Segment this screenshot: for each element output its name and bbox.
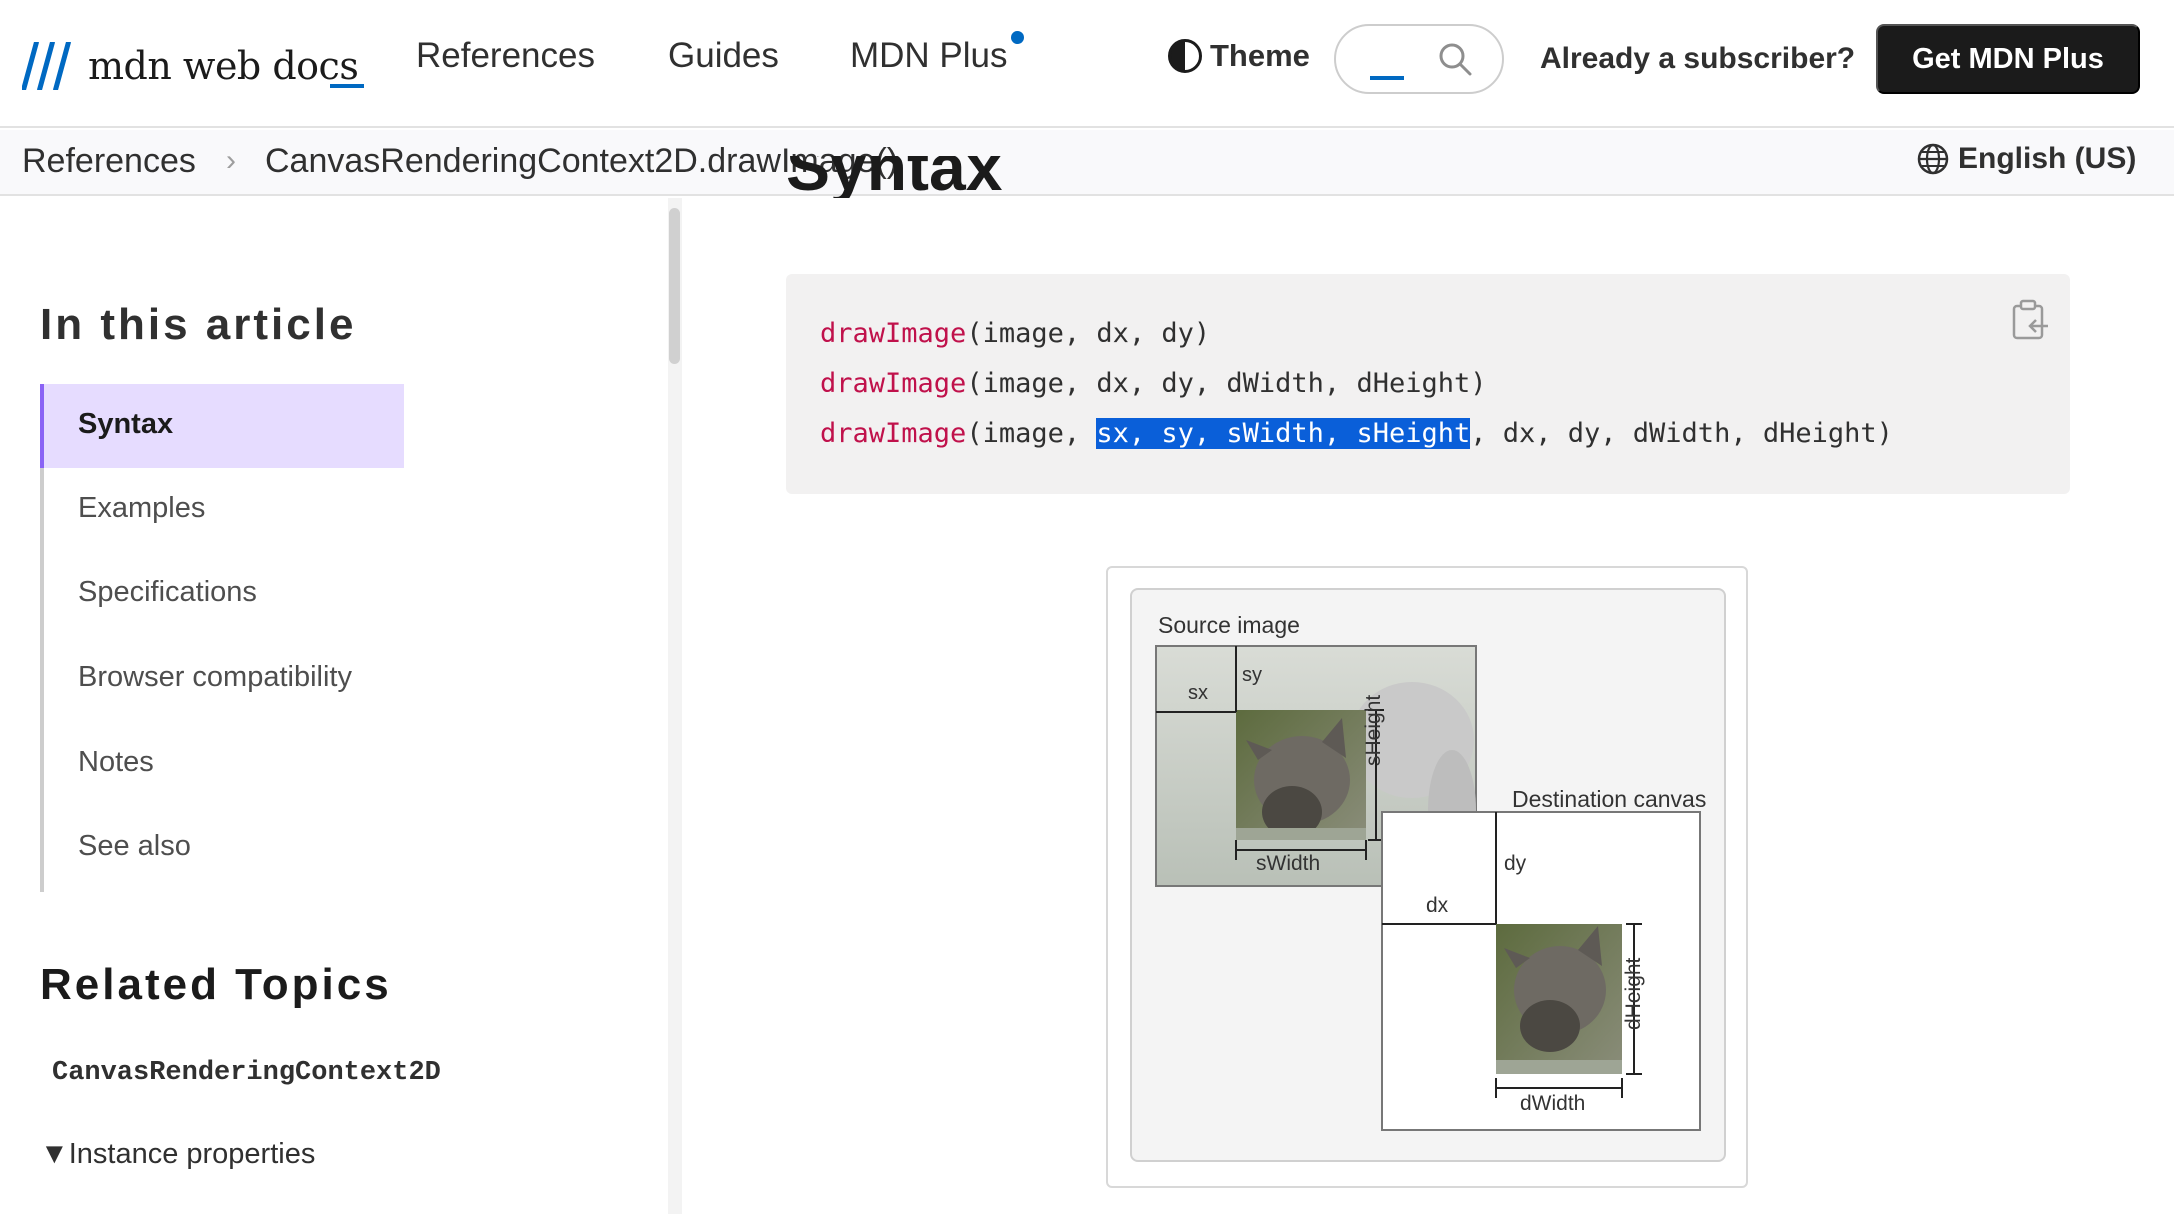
search-caret [1370,76,1404,80]
label-dheight: dHeight [1622,957,1645,1030]
toc-item-browser-compatibility[interactable]: Browser compatibility [78,661,352,694]
instance-properties-toggle[interactable]: ▼Instance properties [40,1138,315,1171]
selected-text: sx, sy, sWidth, sHeight [1096,418,1471,449]
related-topics-title: Related Topics [40,960,392,1009]
logo-cursor [330,84,364,88]
toc-item-specifications[interactable]: Specifications [78,576,257,609]
toc-item-see-also[interactable]: See also [78,830,191,863]
language-label: English (US) [1958,142,2137,175]
chevron-right-icon: › [226,144,236,177]
search-icon [1439,43,1472,76]
top-header: mdn web docs References Guides MDN Plus … [0,0,2174,128]
related-link-canvasrenderingcontext2d[interactable]: CanvasRenderingContext2D [52,1058,441,1088]
search-input[interactable] [1334,24,1504,94]
toc-item-syntax[interactable]: Syntax [78,408,173,441]
theme-icon [1168,39,1202,73]
label-swidth: sWidth [1256,852,1321,875]
code-line-3: drawImage(image, sx, sy, sWidth, sHeight… [820,418,1893,449]
login-link[interactable]: Already a subscriber? [1540,42,1855,76]
nav-mdn-plus[interactable]: MDN Plus [850,36,1008,76]
code-function: drawImage [820,368,967,399]
theme-label: Theme [1210,38,1310,73]
toc-item-notes[interactable]: Notes [78,746,154,779]
diagram-graphics [1155,645,1701,1131]
logo-text: mdn web docs [88,44,359,88]
code-line-1: drawImage(image, dx, dy) [820,318,1210,349]
breadcrumb: References › CanvasRenderingContext2D.dr… [0,130,2174,196]
code-args: (image, dx, dy, dWidth, dHeight) [966,368,1487,399]
triangle-down-icon: ▼ [40,1138,69,1170]
toc-item-examples[interactable]: Examples [78,492,205,525]
instance-properties-label: Instance properties [68,1138,316,1170]
code-args: (image, [966,418,1097,449]
label-dwidth: dWidth [1520,1092,1586,1115]
code-args: , dx, dy, dWidth, dHeight) [1470,418,1893,449]
toc-title: In this article [40,300,357,349]
destination-canvas-label: Destination canvas [1512,786,1707,812]
language-switcher[interactable]: English (US) [1916,142,2136,176]
mdn-logo-icon [22,42,72,90]
notification-dot [1011,31,1024,44]
section-heading-syntax: Syntax [786,156,1003,198]
label-sx: sx [1188,682,1208,704]
sidebar-scrollbar-thumb[interactable] [669,208,680,364]
mdn-logo[interactable]: mdn web docs [22,36,359,96]
globe-icon [1917,143,1949,175]
copy-to-clipboard-icon[interactable] [2010,298,2050,342]
breadcrumb-references[interactable]: References [22,142,196,181]
nav-references[interactable]: References [416,36,595,76]
code-args: (image, dx, dy) [966,318,1211,349]
diagram-panel: Source image sx sy sWidth sHeight Destin… [1130,588,1726,1162]
label-dy: dy [1504,852,1527,875]
get-mdn-plus-button[interactable]: Get MDN Plus [1876,24,2140,94]
destination-canvas [1381,811,1701,1131]
label-dx: dx [1426,894,1449,917]
label-sy: sy [1242,664,1262,686]
nav-guides[interactable]: Guides [668,36,779,76]
code-function: drawImage [820,318,967,349]
code-line-2: drawImage(image, dx, dy, dWidth, dHeight… [820,368,1486,399]
code-function: drawImage [820,418,967,449]
drawimage-diagram: Source image sx sy sWidth sHeight Destin… [1106,566,1748,1188]
code-block[interactable]: drawImage(image, dx, dy) drawImage(image… [786,274,2070,494]
label-sheight: sHeight [1362,694,1385,766]
theme-button[interactable]: Theme [1168,38,1310,74]
